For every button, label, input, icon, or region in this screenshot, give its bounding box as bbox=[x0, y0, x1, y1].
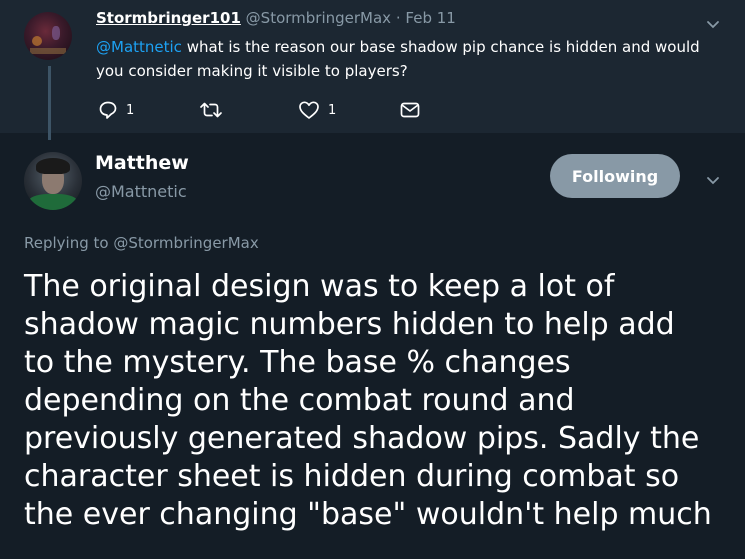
dm-icon bbox=[400, 102, 420, 118]
parent-header: Stormbringer101 @StormbringerMax · Feb 1… bbox=[96, 9, 456, 27]
tweet-text: The original design was to keep a lot of… bbox=[24, 268, 744, 534]
chevron-down-icon[interactable] bbox=[705, 172, 721, 188]
avatar[interactable] bbox=[24, 152, 82, 210]
replying-to: Replying to @StormbringerMax bbox=[24, 234, 259, 252]
parent-mention[interactable]: @Mattnetic bbox=[96, 38, 182, 56]
like-action[interactable]: 1 bbox=[298, 100, 336, 120]
tweet-text-line: The original design was to keep a lot of bbox=[24, 269, 615, 304]
tweet-text-line: previously generated shadow pips. Sadly … bbox=[24, 421, 700, 456]
reply-icon bbox=[99, 101, 117, 119]
tweet-text-line: shadow magic numbers hidden to help add bbox=[24, 307, 675, 342]
replying-to-prefix: Replying to bbox=[24, 234, 114, 252]
reply-count: 1 bbox=[126, 102, 135, 118]
following-button[interactable]: Following bbox=[550, 154, 680, 198]
parent-tweet[interactable]: Stormbringer101 @StormbringerMax · Feb 1… bbox=[0, 0, 745, 133]
display-name[interactable]: Matthew bbox=[95, 152, 189, 174]
user-handle[interactable]: @Mattnetic bbox=[95, 182, 187, 201]
tweet-text-line: the ever changing "base" wouldn't help m… bbox=[24, 497, 712, 532]
retweet-icon bbox=[200, 102, 222, 118]
parent-handle[interactable]: @StormbringerMax bbox=[246, 9, 391, 27]
tweet-text-line: to the mystery. The base % changes bbox=[24, 345, 571, 380]
tweet-text-line: depending on the combat round and bbox=[24, 383, 575, 418]
thread-line bbox=[48, 66, 51, 140]
parent-avatar[interactable] bbox=[24, 12, 72, 60]
parent-date[interactable]: Feb 11 bbox=[405, 9, 455, 27]
heart-icon bbox=[299, 101, 319, 119]
reply-action[interactable]: 1 bbox=[98, 100, 134, 120]
parent-display-name[interactable]: Stormbringer101 bbox=[96, 9, 241, 27]
replying-to-handle[interactable]: @StormbringerMax bbox=[113, 234, 258, 252]
parent-tweet-text: @Mattnetic what is the reason our base s… bbox=[96, 35, 726, 83]
like-count: 1 bbox=[328, 102, 337, 118]
retweet-action[interactable] bbox=[199, 100, 223, 120]
dm-action[interactable] bbox=[399, 100, 421, 120]
parent-body: what is the reason our base shadow pip c… bbox=[96, 38, 700, 80]
chevron-down-icon[interactable] bbox=[705, 16, 721, 32]
tweet-text-line: character sheet is hidden during combat … bbox=[24, 459, 680, 494]
header-separator: · bbox=[395, 9, 401, 27]
